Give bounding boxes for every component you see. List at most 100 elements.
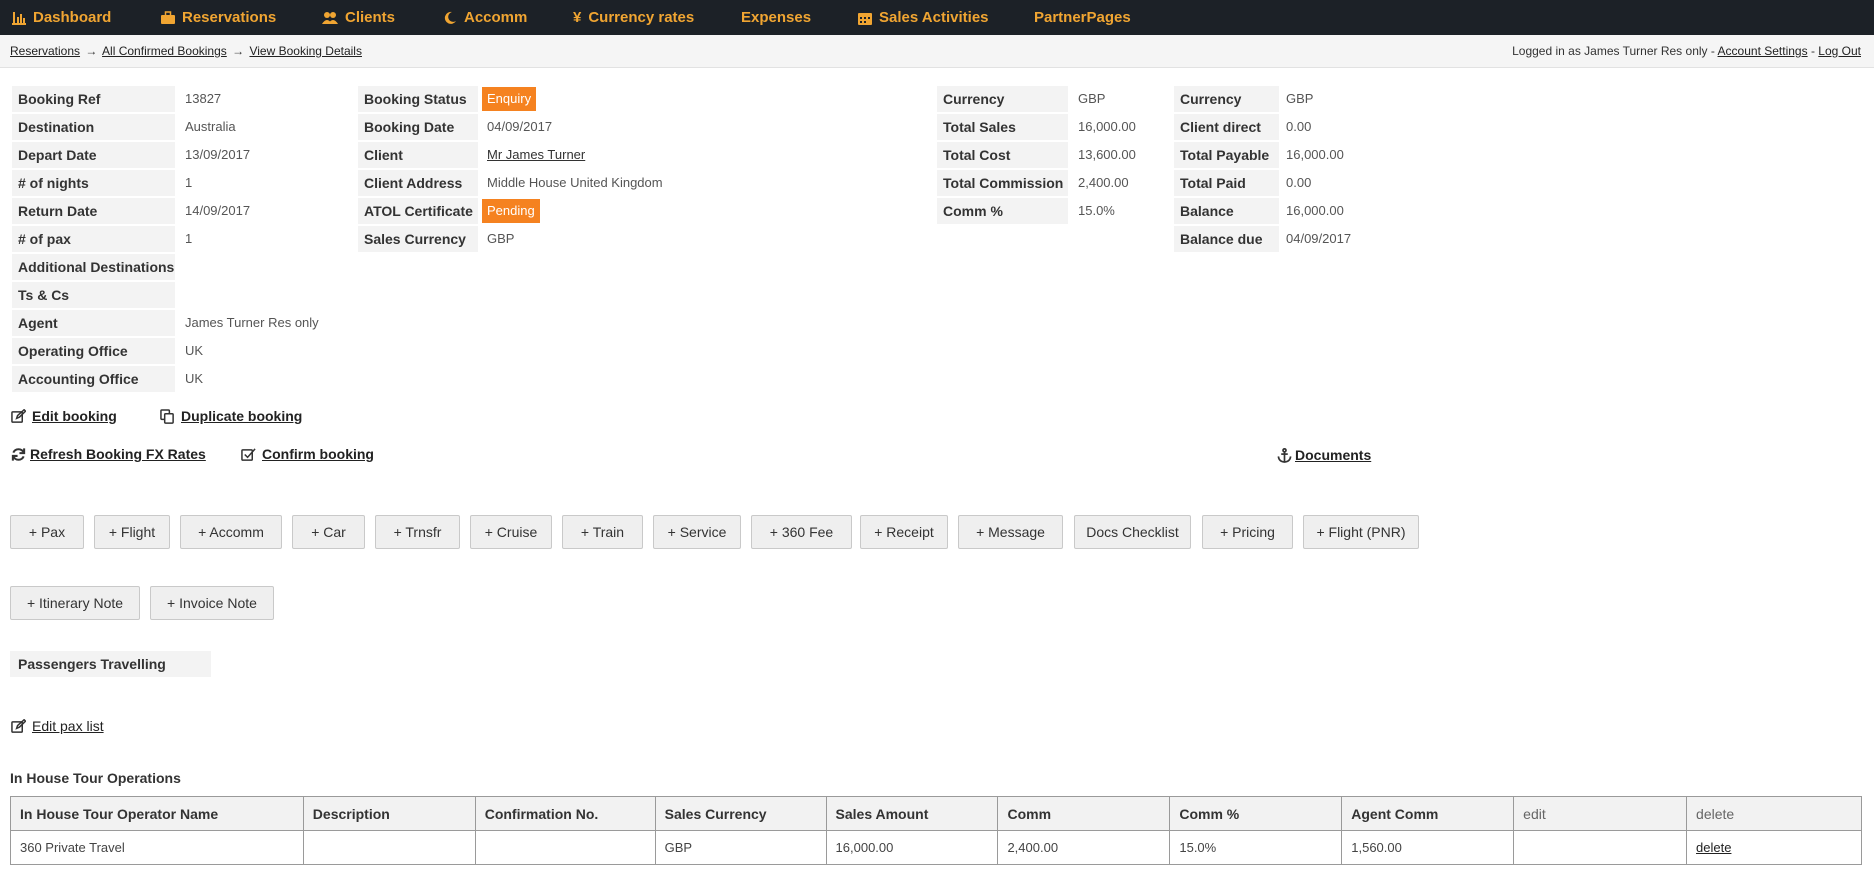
tour-operations-heading: In House Tour Operations <box>10 770 181 786</box>
accounting-office-value: UK <box>185 371 204 386</box>
top-navigation: Dashboard Reservations Clients Accomm ¥ … <box>0 0 1874 35</box>
return-date-value: 14/09/2017 <box>185 203 251 218</box>
add-pax-button[interactable]: + Pax <box>10 515 84 549</box>
client-direct-label: Client direct <box>1174 114 1279 140</box>
client-address-label: Client Address <box>358 170 478 196</box>
column-header: Comm <box>997 796 1171 831</box>
add-message-button[interactable]: + Message <box>958 515 1063 549</box>
add-cruise-button[interactable]: + Cruise <box>470 515 552 549</box>
balance-due-value: 04/09/2017 <box>1286 231 1352 246</box>
column-header: Sales Currency <box>654 796 827 831</box>
users-icon <box>322 11 338 24</box>
nights-value: 1 <box>185 175 193 190</box>
sales-currency-cell: GBP <box>654 830 827 865</box>
booking-ref-label: Booking Ref <box>12 86 175 112</box>
column-header: edit <box>1513 796 1688 831</box>
breadcrumb: Reservations → All Confirmed Bookings → … <box>10 44 362 58</box>
nav-reservations[interactable]: Reservations <box>161 0 276 35</box>
edit-booking-action[interactable]: Edit booking <box>11 408 117 424</box>
nav-reservations-label: Reservations <box>182 9 277 26</box>
total-payable-value: 16,000.00 <box>1286 147 1344 162</box>
client-direct-value: 0.00 <box>1286 119 1312 134</box>
confirmation-number-cell <box>474 830 656 865</box>
total-paid-label: Total Paid <box>1174 170 1279 196</box>
logout-link[interactable]: Log Out <box>1818 44 1861 58</box>
nav-accomm-label: Accomm <box>464 9 528 26</box>
sales-amount-cell: 16,000.00 <box>825 830 999 865</box>
refresh-fx-action[interactable]: Refresh Booking FX Rates <box>11 446 206 462</box>
briefcase-icon <box>161 10 175 24</box>
total-paid-value: 0.00 <box>1286 175 1312 190</box>
destination-value: Australia <box>185 119 236 134</box>
delete-link[interactable]: delete <box>1696 840 1731 855</box>
edit-pax-list-action[interactable]: Edit pax list <box>11 718 104 734</box>
documents-action[interactable]: Documents <box>1277 447 1371 463</box>
checkbox-icon <box>241 447 256 461</box>
description-cell <box>302 830 476 865</box>
accounting-office-label: Accounting Office <box>12 366 175 392</box>
edit-pax-list-link[interactable]: Edit pax list <box>32 718 104 734</box>
total-cost-label: Total Cost <box>937 142 1068 168</box>
docs-checklist-button[interactable]: Docs Checklist <box>1074 515 1191 549</box>
breadcrumb-reservations[interactable]: Reservations <box>10 44 80 58</box>
ts-cs-label: Ts & Cs <box>12 282 175 308</box>
agent-comm-cell: 1,560.00 <box>1341 830 1515 865</box>
booking-status-label: Booking Status <box>358 86 478 112</box>
confirm-booking-action[interactable]: Confirm booking <box>241 446 374 462</box>
sales-currency-label: Sales Currency <box>358 226 478 252</box>
booking-date-label: Booking Date <box>358 114 478 140</box>
edit-booking-link[interactable]: Edit booking <box>32 408 117 424</box>
nav-accomm[interactable]: Accomm <box>443 0 527 35</box>
add-flight-pnr-button[interactable]: + Flight (PNR) <box>1303 515 1419 549</box>
client-currency-label: Currency <box>1174 86 1279 112</box>
client-link[interactable]: Mr James Turner <box>487 142 585 168</box>
agent-label: Agent <box>12 310 175 336</box>
column-header: Agent Comm <box>1341 796 1515 831</box>
add-train-button[interactable]: + Train <box>562 515 643 549</box>
total-sales-label: Total Sales <box>937 114 1068 140</box>
add-360-fee-button[interactable]: + 360 Fee <box>751 515 852 549</box>
comm-cell: 2,400.00 <box>997 830 1171 865</box>
edit-cell <box>1513 830 1688 865</box>
breadcrumb-all-confirmed-bookings[interactable]: All Confirmed Bookings <box>102 44 227 58</box>
nights-label: # of nights <box>12 170 175 196</box>
nav-dashboard[interactable]: Dashboard <box>12 0 111 35</box>
nav-sales-activities[interactable]: Sales Activities <box>858 0 989 35</box>
refresh-fx-link[interactable]: Refresh Booking FX Rates <box>30 446 206 462</box>
nav-partner-pages[interactable]: PartnerPages <box>1034 0 1131 35</box>
additional-destinations-label: Additional Destinations <box>12 254 175 280</box>
add-receipt-button[interactable]: + Receipt <box>860 515 948 549</box>
table-header-row: In House Tour Operator Name Description … <box>10 796 1862 831</box>
destination-label: Destination <box>12 114 175 140</box>
nav-expenses-label: Expenses <box>741 9 812 26</box>
duplicate-booking-action[interactable]: Duplicate booking <box>160 408 302 424</box>
return-date-label: Return Date <box>12 198 175 224</box>
client-label: Client <box>358 142 478 168</box>
account-settings-link[interactable]: Account Settings <box>1718 44 1808 58</box>
total-payable-label: Total Payable <box>1174 142 1279 168</box>
pax-count-label: # of pax <box>12 226 175 252</box>
breadcrumb-separator: → <box>85 44 98 58</box>
add-accomm-button[interactable]: + Accomm <box>180 515 282 549</box>
nav-expenses[interactable]: Expenses <box>741 0 811 35</box>
sub-header-bar: Reservations → All Confirmed Bookings → … <box>0 35 1874 68</box>
client-currency-value: GBP <box>1286 91 1314 106</box>
breadcrumb-view-booking-details[interactable]: View Booking Details <box>249 44 362 58</box>
nav-currency-rates[interactable]: ¥ Currency rates <box>573 0 694 35</box>
add-flight-button[interactable]: + Flight <box>94 515 170 549</box>
column-header: Confirmation No. <box>474 796 656 831</box>
add-itinerary-note-button[interactable]: + Itinerary Note <box>10 586 140 620</box>
add-pricing-button[interactable]: + Pricing <box>1202 515 1293 549</box>
add-car-button[interactable]: + Car <box>292 515 365 549</box>
add-invoice-note-button[interactable]: + Invoice Note <box>150 586 274 620</box>
add-transfer-button[interactable]: + Trnsfr <box>375 515 460 549</box>
column-header: In House Tour Operator Name <box>10 796 304 831</box>
confirm-booking-link[interactable]: Confirm booking <box>262 446 374 462</box>
nav-clients[interactable]: Clients <box>322 0 395 35</box>
documents-link[interactable]: Documents <box>1295 447 1371 463</box>
column-header: Description <box>302 796 476 831</box>
operating-office-value: UK <box>185 343 204 358</box>
agent-value: James Turner Res only <box>185 315 319 330</box>
add-service-button[interactable]: + Service <box>653 515 741 549</box>
duplicate-booking-link[interactable]: Duplicate booking <box>181 408 302 424</box>
